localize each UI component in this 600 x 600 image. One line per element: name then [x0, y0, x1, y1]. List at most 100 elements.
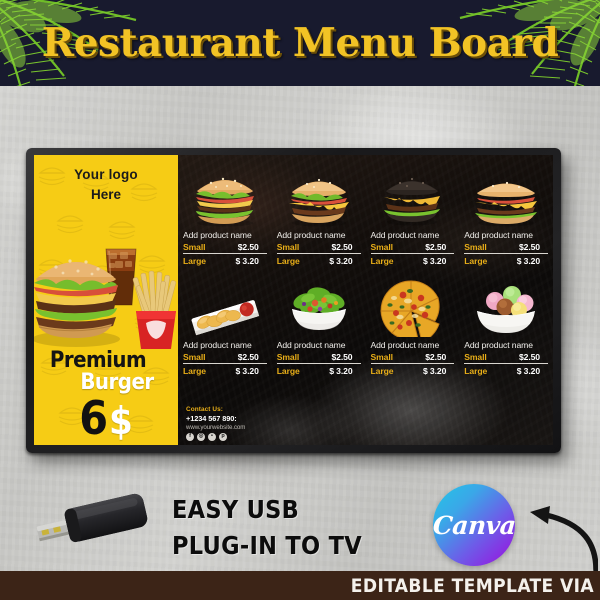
size-row-large: Large $ 3.20 [277, 254, 361, 267]
tv-screen: Your logo Here Premium Burger 6$ Add pro… [34, 155, 553, 445]
promo-name-line2: Burger [80, 369, 154, 395]
logo-placeholder: Your logo Here [34, 167, 178, 202]
logo-line-1: Your logo [74, 167, 138, 182]
size-row-small: Small $2.50 [464, 350, 548, 364]
size-row-small: Small $2.50 [183, 240, 267, 254]
size-price: $2.50 [331, 241, 353, 252]
burger-fries-cola-image [34, 227, 178, 355]
menu-item[interactable]: Add product name Small $2.50 Large $ 3.2… [178, 161, 272, 267]
burger-lettuce-tomato-image [183, 161, 267, 227]
menu-row: Add product name Small $2.50 Large $ 3.2… [178, 155, 553, 267]
size-row-small: Small $2.50 [183, 350, 267, 364]
size-label: Small [276, 351, 300, 362]
size-label: Large [183, 365, 206, 376]
ice-cream-scoops-bowl-image [464, 271, 548, 337]
product-name: Add product name [183, 340, 252, 350]
product-name: Add product name [183, 230, 252, 240]
menu-row: Add product name Small $2.50 Large $ 3.2… [178, 267, 553, 377]
size-price: $ 3.20 [235, 255, 259, 266]
cheeseburger-image [277, 161, 361, 227]
size-label: Large [464, 255, 488, 266]
contact-phone[interactable]: +1234 567 890: [186, 414, 245, 423]
size-label: Large [464, 365, 488, 376]
menu-area: Add product name Small $2.50 Large $ 3.2… [178, 155, 553, 445]
size-label: Small [276, 241, 300, 252]
size-label: Small [464, 241, 487, 252]
size-price: $ 3.20 [329, 365, 353, 376]
size-label: Small [370, 241, 394, 252]
menu-item[interactable]: Add product name Small $2.50 Large $ 3.2… [272, 161, 366, 267]
black-bun-burger-image [371, 161, 455, 227]
header-banner: Restaurant Menu Board [0, 0, 600, 86]
size-row-large: Large $ 3.20 [464, 254, 548, 267]
size-row-large: Large $ 3.20 [464, 364, 548, 377]
contact-block: Contact Us: +1234 567 890: www.yourwebsi… [186, 406, 245, 441]
menu-item[interactable]: Add product name Small $2.50 Large $ 3.2… [272, 271, 366, 377]
pizza-sliced-image [371, 271, 455, 337]
size-label: Large [183, 255, 206, 266]
product-name: Add product name [370, 340, 440, 350]
menu-item[interactable]: Add product name Small $2.50 Large $ 3.2… [459, 271, 553, 377]
pinterest-icon[interactable]: p [219, 433, 227, 441]
size-label: Small [183, 241, 206, 252]
size-label: Large [370, 365, 394, 376]
bottom-banner: EDITABLE TEMPLATE VIA [0, 571, 600, 600]
logo-line-2: Here [90, 187, 122, 202]
size-row-large: Large $ 3.20 [183, 254, 267, 267]
bottom-banner-text: EDITABLE TEMPLATE VIA [350, 574, 594, 597]
promo-price-currency: $ [109, 399, 133, 443]
size-row-small: Small $2.50 [276, 350, 361, 364]
size-label: Small [183, 351, 206, 362]
size-price: $ 3.20 [235, 365, 259, 376]
promo-price-number: 6 [79, 391, 108, 445]
size-price: $ 3.20 [422, 365, 447, 376]
menu-item[interactable]: Add product name Small $2.50 Large $ 3.2… [459, 161, 553, 267]
promo-name-line1: Premium [49, 348, 147, 373]
product-name: Add product name [370, 230, 440, 240]
size-row-large: Large $ 3.20 [371, 254, 455, 267]
page-title: Restaurant Menu Board [41, 20, 559, 66]
chicken-nuggets-ketchup-image [183, 271, 267, 337]
facebook-icon[interactable]: f [186, 433, 194, 441]
size-label: Large [276, 365, 300, 376]
canva-logo: Canva [432, 484, 516, 566]
usb-promo-text: EASY USB PLUG-IN TO TV [172, 492, 362, 563]
promo-product-name: Premium Burger [34, 348, 178, 395]
tv-display-frame: Your logo Here Premium Burger 6$ Add pro… [26, 148, 561, 453]
size-row-small: Small $2.50 [370, 240, 455, 254]
size-price: $ 3.20 [516, 365, 540, 376]
contact-website[interactable]: www.yourwebsite.com [186, 424, 245, 431]
size-label: Large [370, 255, 394, 266]
menu-item[interactable]: Add product name Small $2.50 Large $ 3.2… [178, 271, 272, 377]
twitter-icon[interactable]: • [208, 433, 216, 441]
size-price: $2.50 [237, 241, 259, 252]
product-name: Add product name [276, 230, 346, 240]
size-price: $ 3.20 [516, 255, 540, 266]
promo-price: 6$ [34, 395, 178, 441]
size-row-small: Small $2.50 [464, 240, 548, 254]
product-name: Add product name [464, 340, 533, 350]
size-row-large: Large $ 3.20 [183, 364, 267, 377]
usb-promo-line1: EASY USB [172, 495, 300, 524]
instagram-icon[interactable]: ◎ [197, 433, 205, 441]
product-name: Add product name [464, 230, 533, 240]
menu-item[interactable]: Add product name Small $2.50 Large $ 3.2… [366, 161, 460, 267]
size-price: $2.50 [518, 241, 540, 252]
size-row-small: Small $2.50 [276, 240, 361, 254]
size-price: $2.50 [518, 351, 540, 362]
size-row-large: Large $ 3.20 [371, 364, 455, 377]
usb-flash-drive-icon [28, 487, 164, 549]
size-price: $ 3.20 [329, 255, 353, 266]
product-name: Add product name [276, 340, 346, 350]
size-row-large: Large $ 3.20 [277, 364, 361, 377]
curved-arrow-left-icon [512, 496, 598, 572]
size-price: $2.50 [425, 351, 447, 362]
size-row-small: Small $2.50 [370, 350, 455, 364]
garden-salad-bowl-image [277, 271, 361, 337]
promo-panel: Your logo Here Premium Burger 6$ [34, 155, 178, 445]
usb-promo-line2: PLUG-IN TO TV [172, 530, 362, 560]
social-links: f ◎ • p [186, 433, 245, 441]
size-label: Small [370, 351, 394, 362]
size-price: $2.50 [425, 241, 447, 252]
menu-item[interactable]: Add product name Small $2.50 Large $ 3.2… [366, 271, 460, 377]
